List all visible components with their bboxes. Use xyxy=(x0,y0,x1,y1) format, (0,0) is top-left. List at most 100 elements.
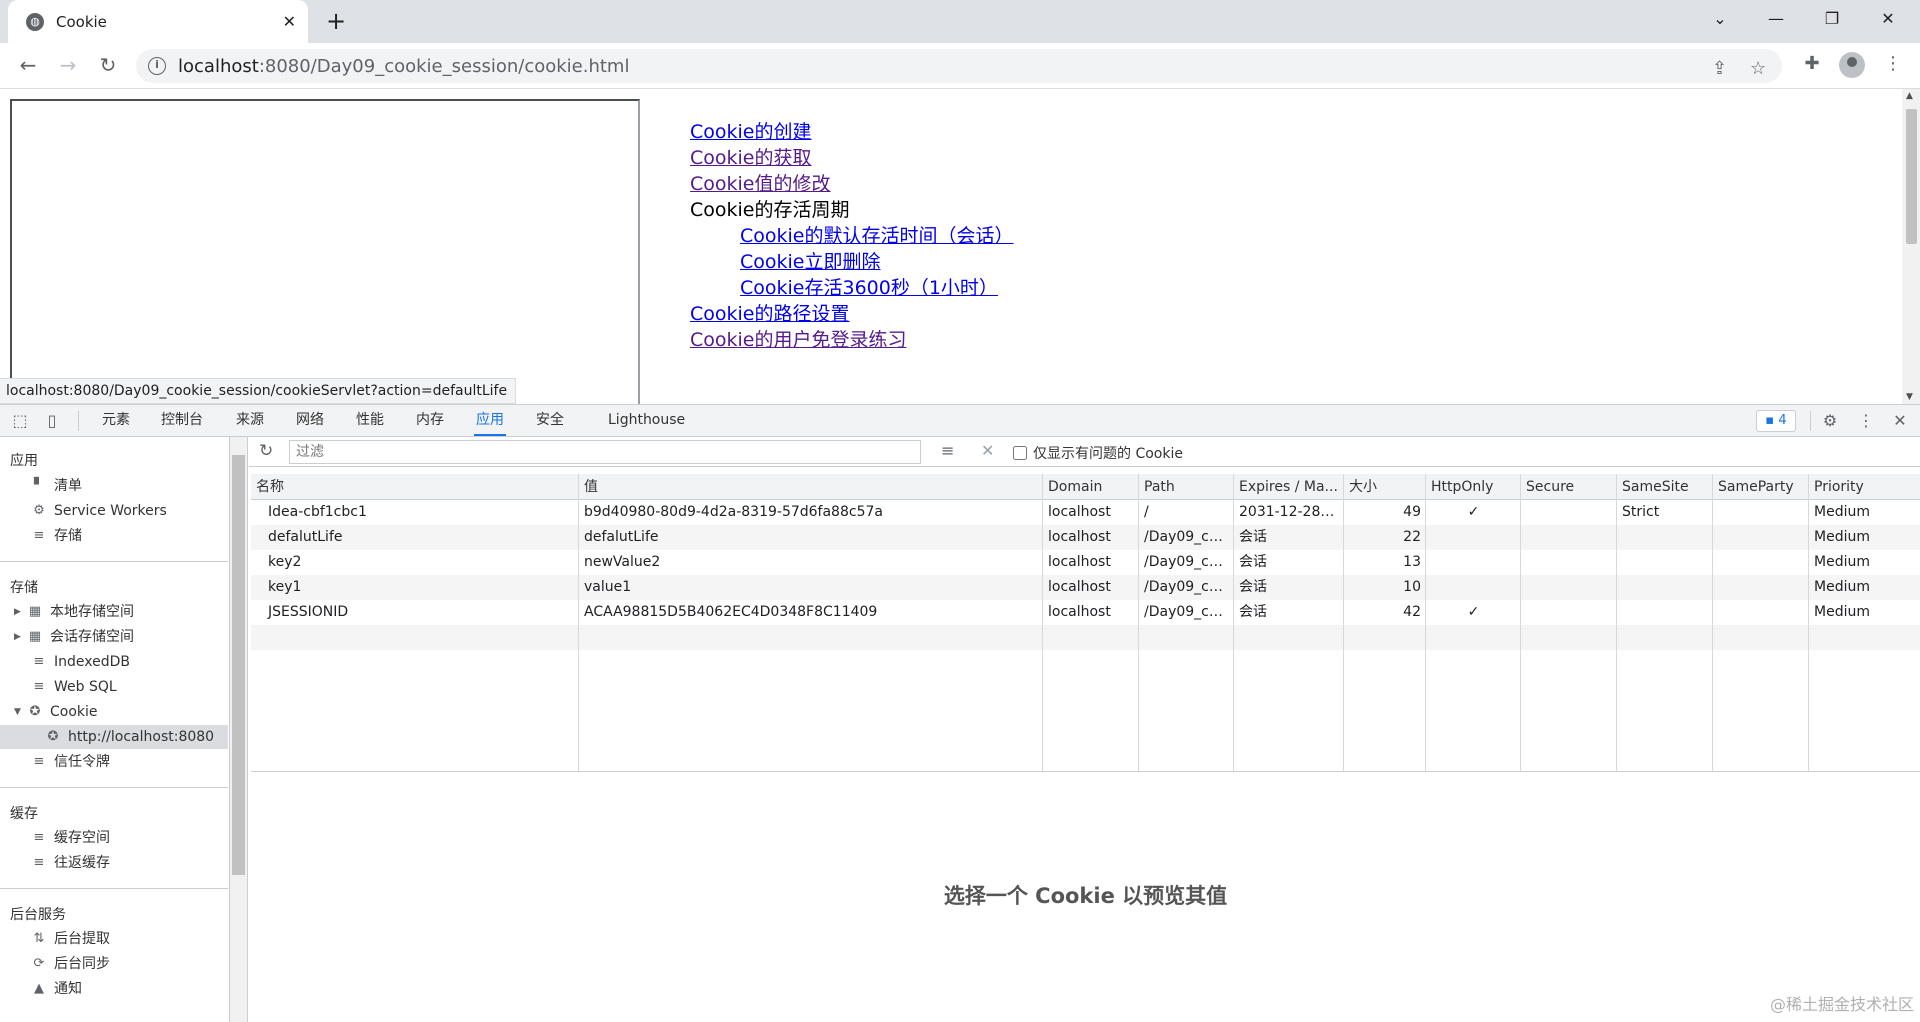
link-cookie-login[interactable]: Cookie的用户免登录练习 xyxy=(690,327,1014,353)
link-delete-now[interactable]: Cookie立即删除 xyxy=(740,249,1014,275)
column-header-value[interactable]: 值 xyxy=(579,474,1043,500)
window-close-icon[interactable]: ✕ xyxy=(1864,0,1912,37)
collapse-arrow-icon[interactable]: ▼ xyxy=(14,700,26,724)
scroll-up-icon[interactable]: ▲ xyxy=(1906,91,1913,101)
sidebar-item-websql[interactable]: ≡Web SQL xyxy=(30,675,117,699)
settings-gear-icon[interactable]: ⚙ xyxy=(1818,409,1842,433)
issues-counter[interactable]: ▪ 4 xyxy=(1756,410,1796,432)
cookie-filter-input[interactable] xyxy=(289,440,921,464)
restore-icon[interactable]: ❐ xyxy=(1808,0,1856,37)
cell-name: defalutLife xyxy=(251,525,579,550)
new-tab-button[interactable]: + xyxy=(322,8,350,36)
table-row[interactable]: key2newValue2localhost/Day09_co...会话13Me… xyxy=(251,550,1920,575)
sidebar-item-cookie-origin[interactable]: ✪http://localhost:8080 xyxy=(0,725,228,749)
cell-sameparty xyxy=(1713,575,1809,600)
link-default-life[interactable]: Cookie的默认存活时间（会话） xyxy=(740,223,1014,249)
device-toolbar-icon[interactable]: ▯ xyxy=(40,409,64,433)
tab-sources[interactable]: 来源 xyxy=(234,405,266,436)
link-status-bubble: localhost:8080/Day09_cookie_session/cook… xyxy=(0,378,516,404)
page-scrollbar[interactable]: ▲ ▼ xyxy=(1902,89,1920,404)
close-tab-icon[interactable]: ✕ xyxy=(283,12,296,31)
clear-filtered-icon[interactable]: ≡ xyxy=(941,441,954,460)
share-icon[interactable]: ⇪ xyxy=(1712,58,1727,79)
devtools-more-icon[interactable]: ⋮ xyxy=(1854,409,1878,433)
only-issues-checkbox-label[interactable]: 仅显示有问题的 Cookie xyxy=(1013,443,1183,463)
page-scroll-thumb[interactable] xyxy=(1906,109,1917,244)
inspect-element-icon[interactable]: ⬚ xyxy=(8,409,32,433)
refresh-icon[interactable]: ↻ xyxy=(259,441,273,461)
tab-console[interactable]: 控制台 xyxy=(159,405,205,436)
site-info-icon[interactable]: i xyxy=(148,57,166,75)
sidebar-item-indexeddb[interactable]: ≡IndexedDB xyxy=(30,650,130,674)
delete-selected-icon[interactable]: ✕ xyxy=(981,441,994,460)
sidebar-item-background-fetch[interactable]: ⇅后台提取 xyxy=(30,927,110,951)
sidebar-scroll-thumb[interactable] xyxy=(232,455,245,875)
column-header-path[interactable]: Path xyxy=(1139,474,1234,500)
arrows-updown-icon: ⇅ xyxy=(30,927,48,951)
column-header-httponly[interactable]: HttpOnly xyxy=(1426,474,1521,500)
table-row[interactable]: key1value1localhost/Day09_co...会话10Mediu… xyxy=(251,575,1920,600)
column-header-priority[interactable]: Priority xyxy=(1809,474,1920,500)
expand-arrow-icon[interactable]: ▶ xyxy=(14,625,26,649)
column-header-secure[interactable]: Secure xyxy=(1521,474,1617,500)
back-icon[interactable]: ← xyxy=(14,52,42,80)
table-row[interactable]: Idea-cbf1cbc1b9d40980-80d9-4d2a-8319-57d… xyxy=(251,500,1920,525)
forward-icon[interactable]: → xyxy=(54,52,82,80)
cell-value: newValue2 xyxy=(579,550,1043,575)
cell-samesite xyxy=(1617,550,1713,575)
sidebar-item-storage[interactable]: ≡存储 xyxy=(30,524,82,548)
tab-search-icon[interactable]: ⌄ xyxy=(1696,0,1744,37)
cell-path: /Day09_co... xyxy=(1139,525,1234,550)
cell-httponly: ✓ xyxy=(1426,500,1521,525)
profile-avatar[interactable] xyxy=(1839,52,1865,78)
address-bar[interactable]: i localhost:8080/Day09_cookie_session/co… xyxy=(136,49,1782,83)
devtools-close-icon[interactable]: ✕ xyxy=(1888,409,1912,433)
tab-security[interactable]: 安全 xyxy=(534,405,566,436)
sidebar-item-service-workers[interactable]: ⚙Service Workers xyxy=(30,499,167,523)
tab-elements[interactable]: 元素 xyxy=(100,405,132,436)
link-cookie-modify[interactable]: Cookie值的修改 xyxy=(690,171,1014,197)
sidebar-item-session-storage[interactable]: ▶▦会话存储空间 xyxy=(14,625,134,649)
scroll-down-icon[interactable]: ▼ xyxy=(1906,392,1913,402)
minimize-icon[interactable]: — xyxy=(1752,0,1800,37)
link-cookie-path[interactable]: Cookie的路径设置 xyxy=(690,301,1014,327)
browser-tab[interactable]: ◍ Cookie ✕ xyxy=(8,0,308,43)
grid-icon: ▦ xyxy=(26,600,44,624)
tab-performance[interactable]: 性能 xyxy=(354,405,386,436)
column-header-name[interactable]: 名称 xyxy=(251,474,579,500)
column-header-samesite[interactable]: SameSite xyxy=(1617,474,1713,500)
tab-memory[interactable]: 内存 xyxy=(414,405,446,436)
link-cookie-get[interactable]: Cookie的获取 xyxy=(690,145,1014,171)
sidebar-item-trust-tokens[interactable]: ≡信任令牌 xyxy=(30,750,110,774)
column-header-domain[interactable]: Domain xyxy=(1043,474,1139,500)
sidebar-item-cookie[interactable]: ▼✪Cookie xyxy=(14,700,98,724)
extensions-icon[interactable]: ✚ xyxy=(1799,53,1825,79)
cell-name: JSESSIONID xyxy=(251,600,579,625)
tab-lighthouse[interactable]: Lighthouse xyxy=(606,405,687,436)
sidebar-item-bfcache[interactable]: ≡往返缓存 xyxy=(30,851,110,875)
sidebar-item-manifest[interactable]: ▘清单 xyxy=(30,474,82,498)
menu-kebab-icon[interactable]: ⋮ xyxy=(1880,53,1906,79)
sidebar-item-notifications[interactable]: ▲通知 xyxy=(30,977,82,1001)
table-row[interactable]: defalutLifedefalutLifelocalhost/Day09_co… xyxy=(251,525,1920,550)
tab-application[interactable]: 应用 xyxy=(474,405,506,436)
table-row[interactable]: JSESSIONIDACAA98815D5B4062EC4D0348F8C114… xyxy=(251,600,1920,625)
expand-arrow-icon[interactable]: ▶ xyxy=(14,600,26,624)
cell-priority: Medium xyxy=(1809,550,1920,575)
sidebar-item-cache-storage[interactable]: ≡缓存空间 xyxy=(30,826,110,850)
empty-row[interactable] xyxy=(251,625,1920,650)
cell-httponly xyxy=(1426,575,1521,600)
reload-icon[interactable]: ↻ xyxy=(94,52,122,80)
sidebar-item-local-storage[interactable]: ▶▦本地存储空间 xyxy=(14,600,134,624)
only-issues-checkbox[interactable] xyxy=(1013,446,1027,460)
sidebar-scrollbar[interactable] xyxy=(230,437,248,1022)
column-header-expires[interactable]: Expires / Ma... xyxy=(1234,474,1344,500)
column-header-sameparty[interactable]: SameParty xyxy=(1713,474,1809,500)
link-cookie-create[interactable]: Cookie的创建 xyxy=(690,119,1014,145)
sidebar-item-background-sync[interactable]: ⟳后台同步 xyxy=(30,952,110,976)
link-live-3600[interactable]: Cookie存活3600秒（1小时） xyxy=(740,275,1014,301)
bookmark-star-icon[interactable]: ☆ xyxy=(1750,58,1766,79)
tab-network[interactable]: 网络 xyxy=(294,405,326,436)
cell-path: /Day09_co... xyxy=(1139,575,1234,600)
column-header-size[interactable]: 大小 xyxy=(1344,474,1426,500)
